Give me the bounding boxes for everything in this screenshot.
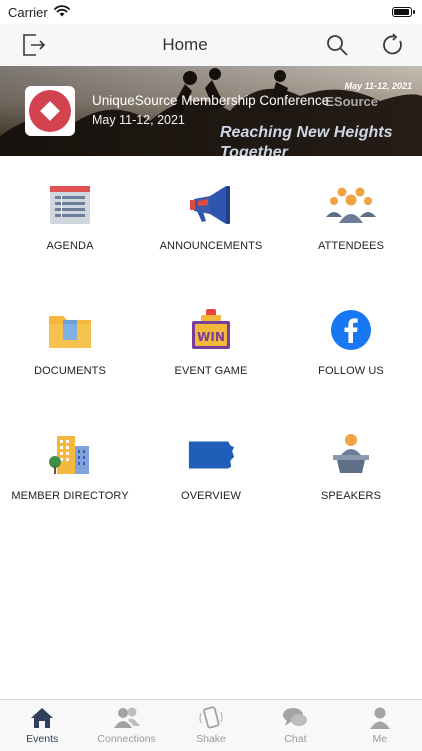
- tile-label: FOLLOW US: [318, 365, 384, 377]
- tab-chat[interactable]: Chat: [253, 700, 337, 751]
- tile-event-game[interactable]: WIN EVENT GAME: [141, 281, 281, 381]
- event-logo-circle: [29, 90, 71, 132]
- status-bar: Carrier: [0, 0, 422, 24]
- tab-label: Events: [26, 733, 59, 745]
- win-sign-icon: WIN: [186, 305, 236, 355]
- tile-documents[interactable]: DOCUMENTS: [0, 281, 140, 381]
- nav-actions: [322, 30, 408, 60]
- logout-icon: [23, 34, 46, 56]
- page-title: Home: [162, 35, 208, 54]
- tab-connections[interactable]: Connections: [84, 700, 168, 751]
- phone-shake-icon: [199, 706, 223, 729]
- tile-agenda[interactable]: AGENDA: [0, 156, 140, 256]
- tile-label: OVERVIEW: [181, 490, 241, 502]
- home-icon: [31, 708, 54, 728]
- battery-icon: [392, 7, 415, 17]
- banner-photo-brand: ESource: [325, 94, 378, 109]
- tile-speakers[interactable]: SPEAKERS: [281, 406, 421, 506]
- refresh-icon: [383, 33, 402, 55]
- tile-attendees[interactable]: ATTENDEES: [281, 156, 421, 256]
- nav-bar: Home: [0, 24, 422, 66]
- chat-icon: [283, 708, 308, 726]
- tab-label: Connections: [97, 733, 156, 745]
- banner-photo-date: May 11-12, 2021: [344, 81, 412, 91]
- tile-label: ATTENDEES: [317, 240, 385, 252]
- logout-button[interactable]: [18, 30, 48, 60]
- event-banner[interactable]: UniqueSource Membership Conference May 1…: [0, 66, 422, 156]
- tile-label: SPEAKERS: [320, 490, 382, 502]
- people-icon: [326, 180, 376, 230]
- event-date: May 11-12, 2021: [92, 113, 185, 127]
- person-icon: [369, 707, 390, 729]
- event-title: UniqueSource Membership Conference: [92, 93, 330, 108]
- svg-text:WIN: WIN: [197, 330, 225, 344]
- tab-label: Shake: [196, 733, 226, 745]
- buildings-icon: [45, 430, 95, 480]
- status-left: Carrier: [8, 5, 70, 20]
- state-map-icon: [186, 430, 236, 480]
- tile-label: DOCUMENTS: [34, 365, 106, 377]
- tab-shake[interactable]: Shake: [169, 700, 253, 751]
- tile-overview[interactable]: OVERVIEW: [141, 406, 281, 506]
- tile-label: MEMBER DIRECTORY: [11, 490, 129, 502]
- megaphone-icon: [186, 180, 236, 230]
- banner-tagline: Reaching New Heights: [220, 124, 393, 141]
- tile-announcements[interactable]: ANNOUNCEMENTS: [141, 156, 281, 256]
- tile-label: ANNOUNCEMENTS: [159, 240, 263, 252]
- folder-icon: [45, 305, 95, 355]
- tile-follow-us[interactable]: FOLLOW US: [281, 281, 421, 381]
- agenda-icon: [45, 180, 95, 230]
- search-button[interactable]: [322, 30, 352, 60]
- refresh-button[interactable]: [378, 30, 408, 60]
- facebook-icon: [326, 305, 376, 355]
- tile-label: EVENT GAME: [174, 365, 248, 377]
- tab-me[interactable]: Me: [338, 700, 422, 751]
- search-icon: [327, 35, 348, 56]
- tab-events[interactable]: Events: [0, 700, 84, 751]
- tile-member-directory[interactable]: MEMBER DIRECTORY: [0, 406, 140, 506]
- wifi-icon: [53, 4, 70, 20]
- banner-tagline-2: Together: [220, 144, 288, 156]
- tab-bar: Events Connections Shake Chat Me: [0, 699, 422, 751]
- diamond-icon: [40, 101, 60, 121]
- tab-label: Me: [372, 733, 388, 745]
- carrier-label: Carrier: [8, 4, 48, 20]
- tile-label: AGENDA: [46, 240, 94, 252]
- users-icon: [113, 707, 140, 728]
- podium-icon: [326, 430, 376, 480]
- event-logo: [25, 86, 75, 136]
- tab-label: Chat: [284, 733, 307, 745]
